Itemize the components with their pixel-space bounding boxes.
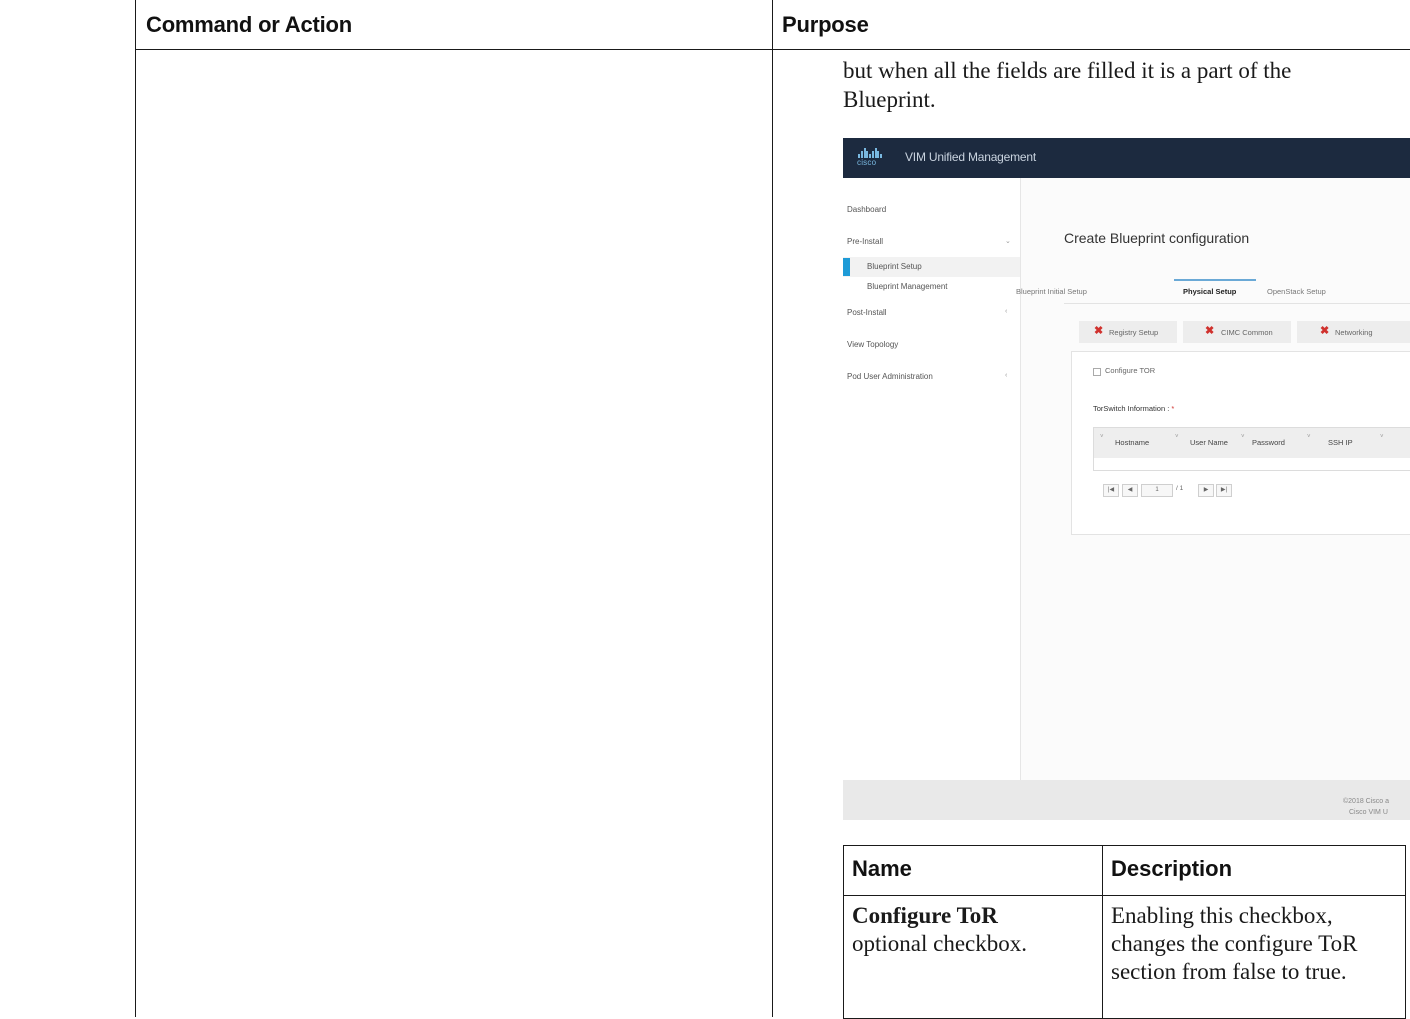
header-description: Description xyxy=(1102,845,1406,896)
torswitch-table-body xyxy=(1093,458,1410,471)
row-name-cell: Configure ToR optional checkbox. xyxy=(843,895,1103,1019)
sidebar-item-blueprint-management[interactable]: Blueprint Management xyxy=(867,282,948,291)
chevron-down-icon: ⌄ xyxy=(1005,238,1011,245)
tab-physical-setup[interactable]: Physical Setup xyxy=(1183,287,1236,296)
sort-icon[interactable]: ˅ xyxy=(1100,434,1104,440)
footer-product: Cisco VIM U xyxy=(1349,809,1388,816)
row-description-cell: Enabling this checkbox, changes the conf… xyxy=(1102,895,1406,1019)
field-type: optional checkbox. xyxy=(852,931,1028,956)
app-title: VIM Unified Management xyxy=(905,150,1036,164)
table-header-divider xyxy=(135,49,1410,50)
pager-total: / 1 xyxy=(1176,485,1184,492)
configure-tor-label: Configure TOR xyxy=(1105,366,1156,375)
torswitch-info-label: TorSwitch Information : * xyxy=(1093,404,1175,413)
page-title: Create Blueprint configuration xyxy=(1064,230,1250,246)
column-password[interactable]: Password xyxy=(1252,438,1285,447)
table-border-left xyxy=(135,0,136,1017)
tab-openstack-setup[interactable]: OpenStack Setup xyxy=(1267,287,1326,296)
sidebar-item-pre-install[interactable]: Pre-Install xyxy=(847,237,883,246)
chevron-left-icon: ‹ xyxy=(1005,308,1008,315)
header-name: Name xyxy=(843,845,1103,896)
sort-icon[interactable]: ˅ xyxy=(1380,434,1384,440)
purpose-paragraph: but when all the fields are filled it is… xyxy=(843,58,1292,112)
tab-divider xyxy=(1064,303,1410,304)
chevron-left-icon: ‹ xyxy=(1005,372,1008,379)
column-user-name[interactable]: User Name xyxy=(1190,438,1228,447)
sort-icon[interactable]: ˅ xyxy=(1175,434,1179,440)
sort-icon[interactable]: ˅ xyxy=(1241,434,1245,440)
tab-blueprint-initial-setup[interactable]: Blueprint Initial Setup xyxy=(1016,287,1087,296)
column-ssh-ip[interactable]: SSH IP xyxy=(1328,438,1353,447)
sidebar-item-pod-user-admin[interactable]: Pod User Administration xyxy=(847,372,933,381)
column-hostname[interactable]: Hostname xyxy=(1115,438,1149,447)
pager-first-button[interactable]: |◀ xyxy=(1103,484,1119,497)
sidebar-item-dashboard[interactable]: Dashboard xyxy=(847,205,886,214)
pager-page-input[interactable]: 1 xyxy=(1141,484,1173,497)
description-table: Name Description Configure ToR optional c… xyxy=(843,845,1406,1019)
field-description: Enabling this checkbox, changes the conf… xyxy=(1111,903,1358,984)
configure-tor-checkbox[interactable] xyxy=(1093,368,1101,376)
sidebar-item-blueprint-setup[interactable]: Blueprint Setup xyxy=(867,262,922,271)
step-label: CIMC Common xyxy=(1221,328,1273,337)
embedded-screenshot: cisco VIM Unified Management Dashboard P… xyxy=(843,138,1410,820)
cisco-logo-icon: cisco xyxy=(857,147,883,169)
field-name: Configure ToR xyxy=(852,903,998,928)
error-x-icon: ✖ xyxy=(1094,325,1104,337)
footer-copyright: ©2018 Cisco a xyxy=(1343,798,1390,805)
sidebar-active-indicator xyxy=(843,258,850,276)
column-header-purpose: Purpose xyxy=(782,12,869,37)
table-border-middle xyxy=(772,0,773,1017)
sort-icon[interactable]: ˅ xyxy=(1307,434,1311,440)
sidebar-item-view-topology[interactable]: View Topology xyxy=(847,340,898,349)
sidebar-item-post-install[interactable]: Post-Install xyxy=(847,308,887,317)
pager-last-button[interactable]: ▶| xyxy=(1216,484,1232,497)
error-x-icon: ✖ xyxy=(1320,325,1330,337)
pager-prev-button[interactable]: ◀ xyxy=(1122,484,1138,497)
column-header-command: Command or Action xyxy=(146,12,353,37)
error-x-icon: ✖ xyxy=(1205,325,1215,337)
app-footer xyxy=(843,780,1410,820)
step-label: Registry Setup xyxy=(1109,328,1159,337)
active-tab-indicator xyxy=(1174,279,1256,281)
step-label: Networking xyxy=(1335,328,1373,337)
pager-next-button[interactable]: ▶ xyxy=(1198,484,1214,497)
